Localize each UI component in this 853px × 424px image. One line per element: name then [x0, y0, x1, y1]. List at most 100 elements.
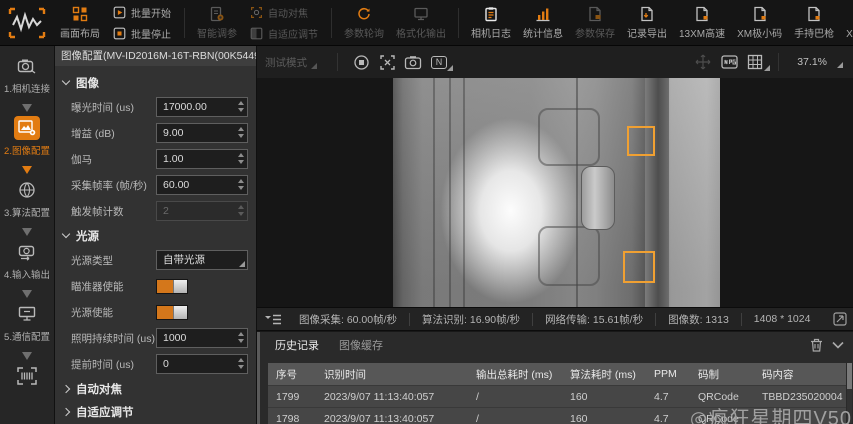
preset-handheld-label: 手持巴枪	[794, 25, 834, 40]
sidebar-item-algorithm-config[interactable]: 3.算法配置	[4, 178, 50, 224]
roi-box[interactable]	[623, 251, 655, 283]
spinner-icon[interactable]	[238, 332, 244, 343]
tab-image-cache[interactable]: 图像缓存	[329, 337, 393, 353]
viewer-status-bar: 图像采集: 60.00帧/秒 算法识别: 16.90帧/秒 网络传输: 15.6…	[257, 307, 853, 331]
col-algorithm-time: 算法耗时 (ms)	[562, 367, 646, 382]
param-polling-button[interactable]: 参数轮询	[338, 1, 390, 45]
spinner-icon[interactable]	[238, 358, 244, 369]
app-logo	[0, 2, 54, 44]
step-arrow-icon	[20, 348, 34, 364]
toggle-on-segment	[157, 306, 173, 319]
format-output-button[interactable]: 格式化输出	[390, 1, 452, 45]
sidebar-item-image-config[interactable]: 2.图像配置	[4, 116, 50, 162]
sidebar-item-input-output[interactable]: 4.输入输出	[4, 240, 50, 286]
gain-input[interactable]: 9.00	[156, 123, 248, 143]
tab-history[interactable]: 历史记录	[265, 337, 329, 353]
spinner-icon[interactable]	[238, 127, 244, 138]
format-output-icon	[413, 6, 429, 22]
record-button[interactable]	[348, 50, 374, 74]
batch-stop-label: 批量停止	[131, 26, 171, 41]
sidebar-item-communication-config[interactable]: 5.通信配置	[4, 302, 50, 348]
collapse-panel-button[interactable]	[827, 335, 849, 355]
record-icon	[353, 54, 370, 71]
gamma-value: 1.00	[163, 153, 183, 165]
clear-history-button[interactable]	[805, 335, 827, 355]
cell-total-output-time: /	[468, 391, 562, 403]
crosshair-tool-button[interactable]	[374, 50, 400, 74]
zoom-dropdown-button[interactable]	[831, 50, 845, 74]
test-mode-dropdown[interactable]: 测试模式	[265, 55, 327, 70]
image-groove	[433, 78, 435, 307]
record-export-button[interactable]: 记录导出	[621, 1, 673, 45]
section-image-label: 图像	[76, 75, 99, 91]
chevron-down-icon	[832, 341, 844, 349]
fit-view-icon[interactable]	[833, 312, 847, 326]
mvs-logo-icon	[8, 7, 46, 39]
dropdown-caret-icon	[239, 261, 245, 267]
status-menu-button[interactable]	[257, 314, 287, 325]
cell-ppm: 4.7	[646, 413, 690, 424]
section-image[interactable]: 图像	[55, 71, 256, 94]
light-type-select[interactable]: 自带光源	[156, 250, 248, 270]
app-window: 画面布局 批量开始 批量停止	[0, 0, 853, 424]
section-light[interactable]: 光源	[55, 224, 256, 247]
preset-x00-performance-button[interactable]: X00高性能	[840, 1, 853, 45]
section-adaptive[interactable]: 自适应调节	[55, 400, 256, 423]
param-row-gain: 增益 (dB) 9.00	[55, 120, 256, 146]
param-row-trigger-count: 触发帧计数 2	[55, 198, 256, 224]
image-format-button[interactable]	[716, 50, 742, 74]
batch-stop-button[interactable]: 批量停止	[113, 26, 171, 41]
param-save-label: 参数保存	[575, 25, 615, 40]
advance-time-input[interactable]: 0	[156, 354, 248, 374]
status-right-tools	[833, 312, 853, 326]
sidebar-item-camera-connect[interactable]: 1.相机连接	[4, 54, 50, 100]
section-light-label: 光源	[76, 228, 99, 244]
image-n-mode-button[interactable]: N	[426, 50, 452, 74]
light-duration-input[interactable]: 1000	[156, 328, 248, 348]
toggle-on-segment	[157, 280, 173, 293]
layout-button[interactable]: 画面布局	[54, 1, 106, 45]
image-groove	[449, 78, 451, 307]
spinner-icon[interactable]	[238, 153, 244, 164]
gamma-input[interactable]: 1.00	[156, 149, 248, 169]
preset-handheld-button[interactable]: 手持巴枪	[788, 1, 840, 45]
scrollbar-thumb[interactable]	[847, 363, 852, 389]
dropdown-caret-icon	[764, 65, 770, 71]
light-duration-value: 1000	[163, 332, 186, 344]
cell-algorithm-time: 160	[562, 391, 646, 403]
toggle-knob	[173, 306, 187, 319]
exposure-value: 17000.00	[163, 101, 207, 113]
grid-view-button[interactable]	[742, 50, 768, 74]
exposure-input[interactable]: 17000.00	[156, 97, 248, 117]
aimer-enable-toggle[interactable]	[156, 279, 188, 294]
toolbar-separator	[184, 8, 185, 38]
sidebar-item-code-debug[interactable]	[14, 364, 40, 410]
section-auto-focus[interactable]: 自动对焦	[55, 377, 256, 400]
camera-log-button[interactable]: 相机日志	[465, 1, 517, 45]
preset-13xm-button[interactable]: 13XM高速	[673, 1, 731, 45]
step-arrow-icon	[20, 100, 34, 116]
exposure-label: 曝光时间 (us)	[71, 100, 156, 115]
batch-start-button[interactable]: 批量开始	[113, 5, 171, 20]
snapshot-button[interactable]	[400, 50, 426, 74]
viewer-toolbar: 测试模式 N	[257, 46, 853, 78]
spinner-icon[interactable]	[238, 179, 244, 190]
col-index: 序号	[268, 367, 316, 382]
image-viewport[interactable]	[257, 78, 853, 307]
light-toggle-wrap	[156, 305, 248, 320]
spinner-icon[interactable]	[238, 101, 244, 112]
embossed-tab	[538, 108, 600, 166]
preset-xm-small-code-button[interactable]: XM极小码	[731, 1, 788, 45]
auto-focus-button[interactable]: 自动对焦	[250, 5, 318, 20]
toolbar-separator	[337, 53, 338, 71]
statistics-button[interactable]: 统计信息	[517, 1, 569, 45]
roi-box[interactable]	[627, 126, 655, 156]
zoom-level: 37.1%	[797, 56, 827, 68]
smart-tune-button[interactable]: 智能调参	[191, 1, 243, 45]
adaptive-adjust-button[interactable]: 自适应调节	[250, 26, 318, 41]
light-enable-toggle[interactable]	[156, 305, 188, 320]
frame-rate-input[interactable]: 60.00	[156, 175, 248, 195]
algorithm-config-icon	[14, 178, 40, 202]
param-save-button[interactable]: 参数保存	[569, 1, 621, 45]
param-row-gamma: 伽马 1.00	[55, 146, 256, 172]
